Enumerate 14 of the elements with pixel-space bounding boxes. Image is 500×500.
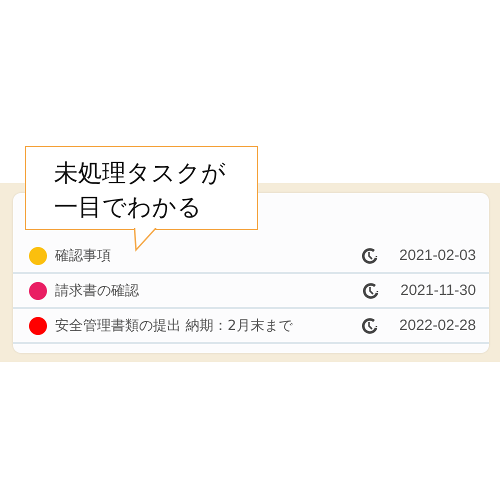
clock-icon [362,282,380,300]
clock-icon [361,246,380,264]
task-row[interactable]: 安全管理書類の提出 納期：2月末まで 2022-02-28 [13,309,489,344]
task-title: 請求書の確認 [55,282,140,300]
task-row[interactable]: 確認事項 2021-02-03 [13,239,489,274]
due-date: 2022-02-28 [399,317,476,334]
due-date: 2021-02-03 [399,247,476,264]
task-row[interactable]: 請求書の確認 2021-11-30 [13,274,489,309]
task-title: 確認事項 [55,246,112,264]
due-date: 2021-11-30 [400,282,476,299]
callout-text: 一目でわかる [54,192,203,223]
callout-text: 未処理タスクが [54,158,227,189]
task-title: 安全管理書類の提出 納期：2月末まで [55,316,294,334]
clock-icon [361,316,380,334]
